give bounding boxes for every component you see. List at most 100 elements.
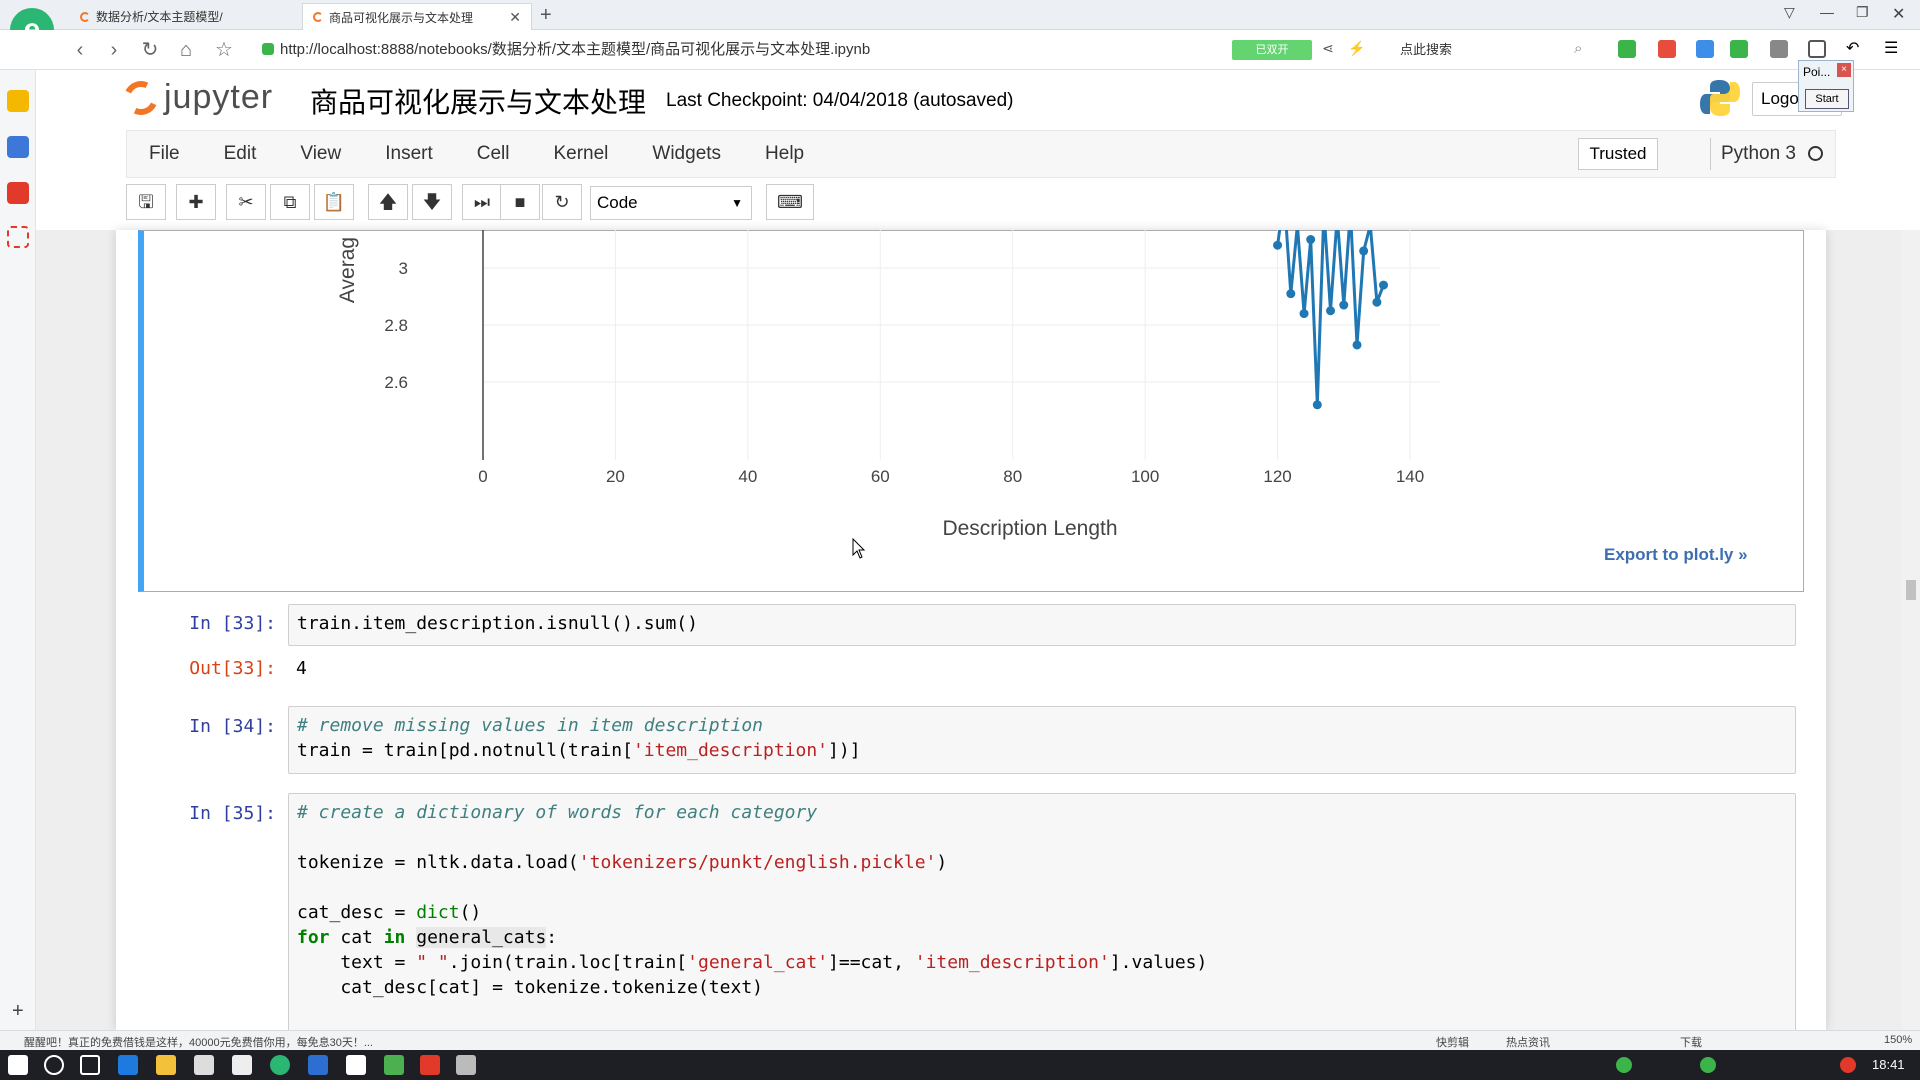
- cell-33-input[interactable]: train.item_description.isnull().sum(): [288, 604, 1796, 646]
- dual-open-button[interactable]: 已双开: [1232, 40, 1312, 60]
- extension-find-icon[interactable]: [1696, 40, 1714, 58]
- add-sidebar-icon[interactable]: +: [12, 1000, 24, 1023]
- wechat-tray-icon[interactable]: [1700, 1057, 1716, 1073]
- restart-button[interactable]: ↻: [542, 184, 582, 220]
- cut-button[interactable]: ✂: [226, 184, 266, 220]
- interrupt-button[interactable]: ■: [500, 184, 540, 220]
- share-icon[interactable]: ⋖: [1322, 40, 1334, 57]
- bookmark-icon[interactable]: [1808, 40, 1826, 58]
- cell-type-select[interactable]: Code ▼: [590, 186, 752, 220]
- app-icon[interactable]: [308, 1055, 328, 1075]
- paste-button[interactable]: 📋: [314, 184, 354, 220]
- undo-icon[interactable]: ↶: [1846, 40, 1864, 58]
- data-point[interactable]: [1286, 289, 1296, 299]
- close-tab-icon[interactable]: ✕: [509, 9, 521, 26]
- tray-icon[interactable]: [1840, 1057, 1856, 1073]
- data-point[interactable]: [1306, 235, 1316, 244]
- store-icon[interactable]: [194, 1055, 214, 1075]
- data-point[interactable]: [1312, 400, 1322, 410]
- favorites-star-icon[interactable]: [7, 90, 29, 112]
- app-icon[interactable]: [384, 1055, 404, 1075]
- file-explorer-icon[interactable]: [156, 1055, 176, 1075]
- export-plotly-link[interactable]: Export to plot.ly »: [1604, 545, 1748, 565]
- menu-insert[interactable]: Insert: [363, 143, 455, 165]
- series-points: [1273, 235, 1389, 410]
- menu-view[interactable]: View: [278, 143, 363, 165]
- data-point[interactable]: [1372, 297, 1382, 307]
- data-point[interactable]: [1326, 306, 1336, 316]
- code-token: ): [936, 852, 948, 873]
- restore-icon[interactable]: ❐: [1856, 4, 1869, 21]
- status-ad-text[interactable]: 醒醒吧！真正的免费借钱是这样，40000元免费借你用，每免息30天！...: [24, 1034, 373, 1050]
- data-point[interactable]: [1352, 340, 1362, 350]
- insert-cell-button[interactable]: ✚: [176, 184, 216, 220]
- data-point[interactable]: [1299, 309, 1309, 319]
- search-icon[interactable]: ⌕: [1574, 40, 1582, 57]
- tab-notebook[interactable]: 商品可视化展示与文本处理 ✕: [302, 3, 532, 30]
- mail-icon[interactable]: [7, 226, 29, 248]
- tray-icon[interactable]: [1616, 1057, 1632, 1073]
- status-zoom[interactable]: 150%: [1884, 1034, 1912, 1046]
- save-button[interactable]: 🖫: [126, 184, 166, 220]
- close-window-icon[interactable]: ✕: [1892, 4, 1905, 24]
- weibo-icon[interactable]: [7, 182, 29, 204]
- popup-start-button[interactable]: Start: [1805, 89, 1849, 109]
- app-icon[interactable]: [346, 1055, 366, 1075]
- star-icon[interactable]: ☆: [212, 38, 236, 62]
- trusted-indicator[interactable]: Trusted: [1578, 138, 1658, 170]
- apps-grid-icon[interactable]: [1770, 40, 1788, 58]
- minimize-icon[interactable]: —: [1820, 4, 1834, 20]
- scrollbar-thumb[interactable]: [1906, 580, 1916, 600]
- browser-app-icon[interactable]: [270, 1055, 290, 1075]
- menu-icon[interactable]: ☰: [1884, 40, 1902, 58]
- tab-data-analysis[interactable]: 数据分析/文本主题模型/: [70, 3, 300, 30]
- search-input[interactable]: 点此搜索: [1400, 37, 1600, 63]
- forward-icon[interactable]: ›: [102, 38, 126, 62]
- mail-app-icon[interactable]: [232, 1055, 252, 1075]
- status-hot-news[interactable]: 热点资讯: [1506, 1034, 1550, 1050]
- jupyter-logo-text: jupyter: [164, 78, 274, 116]
- menu-cell[interactable]: Cell: [455, 143, 532, 165]
- kernel-indicator[interactable]: Python 3: [1710, 138, 1823, 170]
- reload-icon[interactable]: ↻: [138, 38, 162, 62]
- home-icon[interactable]: ⌂: [174, 38, 198, 62]
- address-bar[interactable]: http://localhost:8888/notebooks/数据分析/文本主…: [262, 37, 1402, 63]
- data-point[interactable]: [1273, 240, 1283, 250]
- menu-widgets[interactable]: Widgets: [630, 143, 743, 165]
- data-point[interactable]: [1339, 300, 1349, 310]
- move-down-button[interactable]: 🡇: [412, 184, 452, 220]
- windows-start-icon[interactable]: [8, 1055, 28, 1075]
- new-tab-button[interactable]: +: [540, 4, 552, 27]
- cell-34-input[interactable]: # remove missing values in item descript…: [288, 706, 1796, 774]
- extension-translate-icon[interactable]: [1618, 40, 1636, 58]
- reading-list-icon[interactable]: [7, 136, 29, 158]
- menu-help[interactable]: Help: [743, 143, 826, 165]
- extension-cut-icon[interactable]: [1658, 40, 1676, 58]
- task-view-icon[interactable]: [80, 1055, 100, 1075]
- cell-35-input[interactable]: # create a dictionary of words for each …: [288, 793, 1796, 1033]
- copy-button[interactable]: ⧉: [270, 184, 310, 220]
- data-point[interactable]: [1379, 280, 1389, 290]
- data-point[interactable]: [1359, 246, 1369, 256]
- shirt-icon[interactable]: ▽: [1784, 4, 1795, 21]
- status-downloads[interactable]: 下载: [1680, 1034, 1702, 1050]
- app-icon[interactable]: [456, 1055, 476, 1075]
- status-quick-clip[interactable]: 快剪辑: [1436, 1034, 1469, 1050]
- command-palette-button[interactable]: ⌨: [766, 184, 814, 220]
- menu-file[interactable]: File: [127, 143, 202, 165]
- run-button[interactable]: ⏭: [462, 184, 502, 220]
- vertical-scrollbar[interactable]: [1902, 230, 1920, 1030]
- menu-kernel[interactable]: Kernel: [531, 143, 630, 165]
- menu-edit[interactable]: Edit: [202, 143, 279, 165]
- back-icon[interactable]: ‹: [68, 38, 92, 62]
- app-icon[interactable]: [420, 1055, 440, 1075]
- lightning-icon[interactable]: ⚡: [1348, 40, 1365, 57]
- plotly-line-chart[interactable]: 0 20 40 60 80 100 120 140 3 2.8 2.6 Description L…: [330, 230, 1670, 550]
- cortana-icon[interactable]: [44, 1055, 64, 1075]
- jupyter-logo[interactable]: jupyter: [119, 75, 274, 120]
- move-up-button[interactable]: 🡅: [368, 184, 408, 220]
- extension-game-icon[interactable]: [1730, 40, 1748, 58]
- edge-icon[interactable]: [118, 1055, 138, 1075]
- popup-close-button[interactable]: ×: [1837, 63, 1851, 77]
- notebook-title[interactable]: 商品可视化展示与文本处理: [310, 81, 646, 121]
